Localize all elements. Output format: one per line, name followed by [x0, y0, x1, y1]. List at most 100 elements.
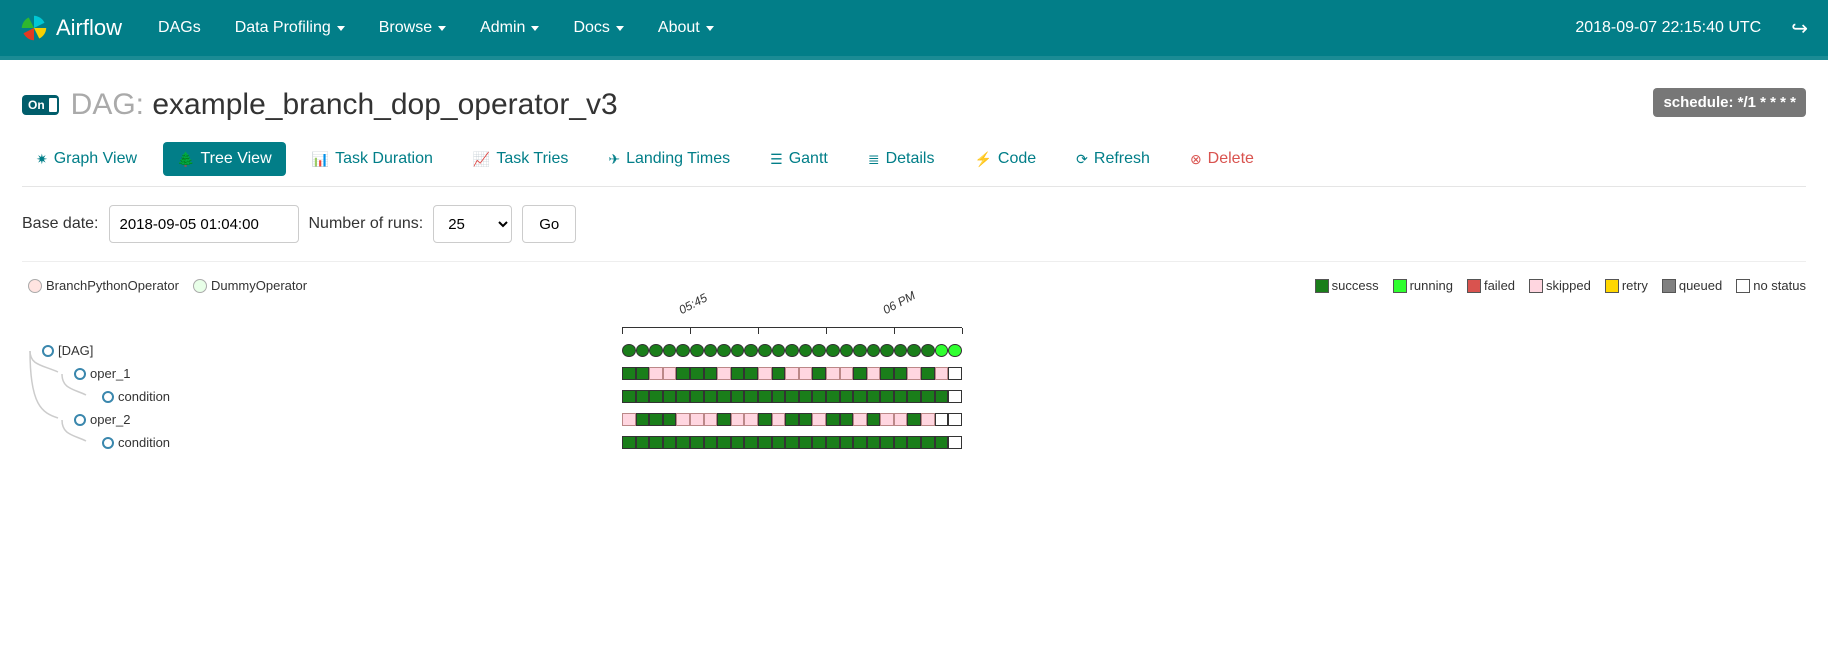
- nav-item-dags[interactable]: DAGs: [158, 19, 201, 37]
- task-instance-cell[interactable]: [649, 390, 663, 403]
- task-instance-cell[interactable]: [799, 344, 813, 357]
- task-instance-cell[interactable]: [676, 344, 690, 357]
- task-instance-cell[interactable]: [826, 436, 840, 449]
- task-instance-cell[interactable]: [935, 390, 949, 403]
- task-instance-cell[interactable]: [921, 390, 935, 403]
- task-instance-cell[interactable]: [948, 344, 962, 357]
- task-instance-cell[interactable]: [636, 390, 650, 403]
- task-instance-cell[interactable]: [799, 413, 813, 426]
- task-instance-cell[interactable]: [894, 344, 908, 357]
- task-instance-cell[interactable]: [636, 436, 650, 449]
- task-instance-cell[interactable]: [758, 413, 772, 426]
- task-instance-cell[interactable]: [663, 413, 677, 426]
- task-instance-cell[interactable]: [785, 390, 799, 403]
- task-instance-cell[interactable]: [758, 436, 772, 449]
- task-instance-cell[interactable]: [676, 413, 690, 426]
- task-instance-cell[interactable]: [853, 390, 867, 403]
- task-instance-cell[interactable]: [907, 344, 921, 357]
- task-instance-cell[interactable]: [704, 344, 718, 357]
- tab-refresh[interactable]: ⟳Refresh: [1062, 142, 1164, 176]
- task-instance-cell[interactable]: [826, 413, 840, 426]
- task-instance-cell[interactable]: [826, 367, 840, 380]
- task-instance-cell[interactable]: [690, 344, 704, 357]
- task-instance-cell[interactable]: [636, 344, 650, 357]
- task-instance-cell[interactable]: [785, 344, 799, 357]
- task-instance-cell[interactable]: [867, 413, 881, 426]
- brand-logo[interactable]: Airflow: [20, 14, 122, 42]
- task-instance-cell[interactable]: [894, 436, 908, 449]
- task-instance-cell[interactable]: [799, 390, 813, 403]
- task-instance-cell[interactable]: [622, 390, 636, 403]
- task-instance-cell[interactable]: [867, 390, 881, 403]
- task-instance-cell[interactable]: [867, 344, 881, 357]
- task-instance-cell[interactable]: [812, 436, 826, 449]
- task-instance-cell[interactable]: [935, 413, 949, 426]
- task-instance-cell[interactable]: [704, 367, 718, 380]
- task-instance-cell[interactable]: [649, 344, 663, 357]
- tab-gantt[interactable]: ☰Gantt: [756, 142, 842, 176]
- task-instance-cell[interactable]: [880, 390, 894, 403]
- num-runs-select[interactable]: 25: [433, 205, 512, 243]
- task-instance-cell[interactable]: [676, 390, 690, 403]
- tab-landing-times[interactable]: ✈Landing Times: [594, 142, 744, 176]
- task-instance-cell[interactable]: [840, 413, 854, 426]
- task-instance-cell[interactable]: [935, 436, 949, 449]
- tree-row[interactable]: condition: [42, 385, 170, 408]
- tab-code[interactable]: ⚡Code: [960, 142, 1050, 176]
- task-instance-cell[interactable]: [758, 367, 772, 380]
- logout-icon[interactable]: ↪: [1791, 16, 1808, 41]
- nav-item-about[interactable]: About: [658, 19, 714, 37]
- nav-item-browse[interactable]: Browse: [379, 19, 446, 37]
- task-instance-cell[interactable]: [717, 413, 731, 426]
- task-instance-cell[interactable]: [744, 367, 758, 380]
- task-instance-cell[interactable]: [880, 413, 894, 426]
- task-instance-cell[interactable]: [785, 413, 799, 426]
- tab-tree-view[interactable]: 🌲Tree View: [163, 142, 286, 176]
- task-instance-cell[interactable]: [649, 413, 663, 426]
- task-instance-cell[interactable]: [663, 344, 677, 357]
- task-instance-cell[interactable]: [785, 367, 799, 380]
- task-instance-cell[interactable]: [880, 344, 894, 357]
- tab-details[interactable]: ≣Details: [854, 142, 949, 176]
- task-instance-cell[interactable]: [663, 367, 677, 380]
- task-instance-cell[interactable]: [826, 390, 840, 403]
- task-instance-cell[interactable]: [731, 436, 745, 449]
- task-instance-cell[interactable]: [840, 367, 854, 380]
- task-instance-cell[interactable]: [676, 436, 690, 449]
- tree-row[interactable]: condition: [42, 431, 170, 454]
- task-instance-cell[interactable]: [622, 436, 636, 449]
- nav-item-admin[interactable]: Admin: [480, 19, 539, 37]
- task-instance-cell[interactable]: [921, 436, 935, 449]
- task-instance-cell[interactable]: [717, 344, 731, 357]
- task-instance-cell[interactable]: [676, 367, 690, 380]
- task-instance-cell[interactable]: [880, 436, 894, 449]
- tab-task-duration[interactable]: 📊Task Duration: [298, 142, 447, 176]
- tree-row[interactable]: oper_1: [42, 362, 170, 385]
- dag-on-toggle[interactable]: On: [22, 95, 59, 115]
- task-instance-cell[interactable]: [948, 436, 962, 449]
- task-instance-cell[interactable]: [690, 367, 704, 380]
- task-instance-cell[interactable]: [704, 390, 718, 403]
- go-button[interactable]: Go: [522, 205, 576, 243]
- task-instance-cell[interactable]: [935, 367, 949, 380]
- tab-task-tries[interactable]: 📈Task Tries: [459, 142, 582, 176]
- task-instance-cell[interactable]: [853, 413, 867, 426]
- task-instance-cell[interactable]: [907, 390, 921, 403]
- task-instance-cell[interactable]: [704, 436, 718, 449]
- task-instance-cell[interactable]: [731, 413, 745, 426]
- base-date-input[interactable]: [109, 205, 299, 243]
- task-instance-cell[interactable]: [880, 367, 894, 380]
- task-instance-cell[interactable]: [772, 436, 786, 449]
- task-instance-cell[interactable]: [690, 413, 704, 426]
- task-instance-cell[interactable]: [717, 367, 731, 380]
- task-instance-cell[interactable]: [663, 390, 677, 403]
- task-instance-cell[interactable]: [853, 436, 867, 449]
- task-instance-cell[interactable]: [948, 390, 962, 403]
- task-instance-cell[interactable]: [649, 367, 663, 380]
- task-instance-cell[interactable]: [772, 413, 786, 426]
- task-instance-cell[interactable]: [649, 436, 663, 449]
- task-instance-cell[interactable]: [812, 390, 826, 403]
- task-instance-cell[interactable]: [636, 367, 650, 380]
- task-instance-cell[interactable]: [921, 367, 935, 380]
- task-instance-cell[interactable]: [690, 390, 704, 403]
